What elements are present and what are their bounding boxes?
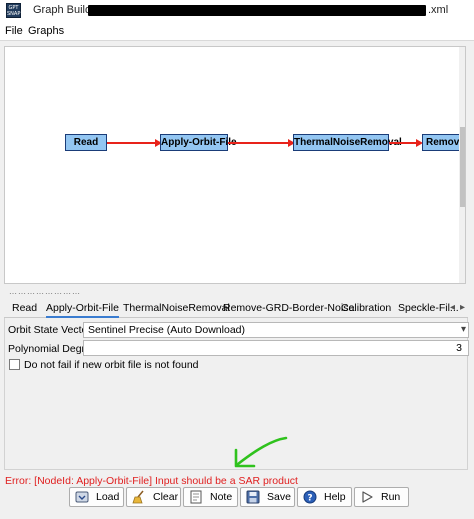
do-not-fail-checkbox[interactable] [9, 359, 20, 370]
tab-thermal-noise-removal[interactable]: ThermalNoiseRemoval [123, 302, 230, 314]
splitter-handle[interactable]: ⋯⋯⋯⋯⋯⋯⋯⋯ [9, 289, 81, 298]
window-title-suffix: .xml [428, 4, 449, 16]
run-button[interactable]: Run [354, 487, 409, 507]
polynomial-degree-input[interactable]: 3 [83, 340, 469, 356]
canvas-scroll-thumb[interactable] [460, 127, 465, 207]
help-button[interactable]: ? Help [297, 487, 352, 507]
graph-edge-orbit-to-thermal [228, 142, 290, 144]
graph-node-apply-orbit-file[interactable]: Apply-Orbit-File [160, 134, 237, 151]
do-not-fail-label: Do not fail if new orbit file is not fou… [24, 359, 199, 371]
save-icon [246, 490, 260, 504]
canvas-scrollbar[interactable] [459, 47, 465, 283]
clear-button[interactable]: Clear [126, 487, 181, 507]
error-message: Error: [NodeId: Apply-Orbit-File] Input … [5, 475, 298, 487]
note-button[interactable]: Note [183, 487, 238, 507]
load-button[interactable]: Load [69, 487, 124, 507]
orbit-state-vectors-value: Sentinel Precise (Auto Download) [88, 324, 245, 336]
tab-apply-orbit-file[interactable]: Apply-Orbit-File [46, 302, 119, 318]
note-icon [190, 490, 202, 504]
app-icon: GPT SNAP [6, 3, 21, 18]
graph-edge-read-to-orbit [107, 142, 157, 144]
button-bar: Load Clear Note Save ? Help Run [0, 487, 474, 507]
orbit-state-vectors-select[interactable]: Sentinel Precise (Auto Download) ▾ [83, 322, 469, 338]
annotation-arrow-icon [234, 436, 288, 468]
tab-scroll-left-icon[interactable]: ◂ [450, 302, 455, 313]
run-button-label: Run [381, 491, 401, 503]
tab-remove-grd-border-noise[interactable]: Remove-GRD-Border-Noise [223, 302, 354, 314]
redacted-title-region [88, 5, 426, 16]
title-bar: GPT SNAP Graph Builder .xml [0, 0, 474, 22]
graph-canvas[interactable]: Read Apply-Orbit-File ThermalNoiseRemova… [4, 46, 466, 284]
tab-scroll-right-icon[interactable]: ▸ [460, 302, 465, 313]
menu-graphs[interactable]: Graphs [28, 25, 64, 37]
tab-calibration[interactable]: Calibration [341, 302, 391, 314]
operator-tabs: Read Apply-Orbit-File ThermalNoiseRemova… [4, 299, 468, 318]
help-icon: ? [303, 490, 317, 504]
tab-read[interactable]: Read [12, 302, 37, 314]
save-button-label: Save [267, 491, 291, 503]
load-icon [75, 491, 89, 503]
help-button-label: Help [324, 491, 346, 503]
svg-text:?: ? [307, 494, 312, 504]
note-button-label: Note [210, 491, 233, 503]
save-button[interactable]: Save [240, 487, 295, 507]
graph-edge-thermal-to-border [389, 142, 418, 144]
load-button-label: Load [96, 491, 120, 503]
run-icon [362, 491, 373, 503]
graph-node-read[interactable]: Read [65, 134, 107, 151]
menu-file[interactable]: File [5, 25, 23, 37]
graph-node-thermal-noise-removal[interactable]: ThermalNoiseRemoval [293, 134, 402, 151]
menu-bar: File Graphs [0, 22, 474, 41]
clear-button-label: Clear [153, 491, 179, 503]
broom-icon [132, 490, 144, 504]
chevron-down-icon: ▾ [460, 324, 466, 335]
